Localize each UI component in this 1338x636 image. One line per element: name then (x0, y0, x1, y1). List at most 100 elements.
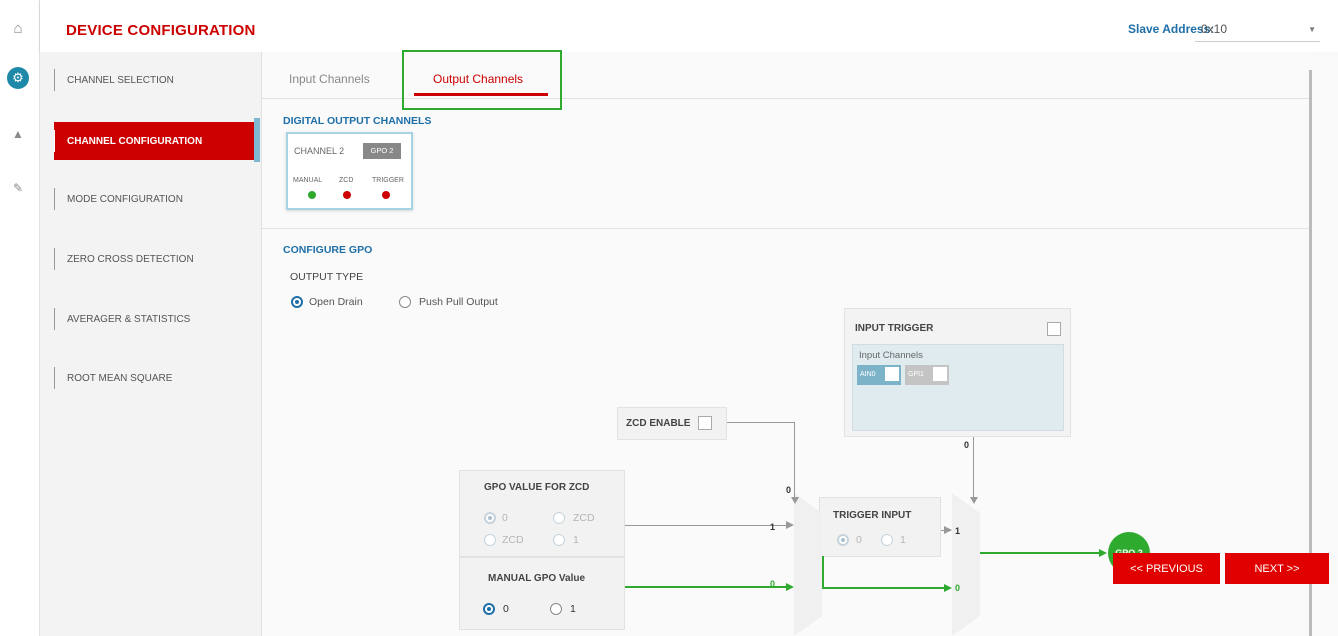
input-channels-label: Input Channels (859, 350, 923, 361)
zcd-enable-label: ZCD ENABLE (626, 418, 691, 429)
scrollbar[interactable] (1309, 70, 1312, 636)
trigger-input-box: TRIGGER INPUT 0 1 (819, 497, 941, 557)
sidebar-item-averager-statistics[interactable]: AVERAGER & STATISTICS (54, 300, 254, 338)
chart-icon[interactable]: ▲ (6, 122, 30, 146)
zcd-value-wire (625, 525, 787, 526)
manual-status-dot (308, 191, 316, 199)
zcd-enable-wire (727, 422, 795, 423)
zcd-select-bit: 0 (786, 485, 792, 495)
next-button[interactable]: NEXT >> (1225, 553, 1329, 584)
gear-icon[interactable]: ⚙ (7, 67, 29, 89)
previous-button[interactable]: << PREVIOUS (1113, 553, 1220, 584)
trigger-input-1-label: 1 (900, 534, 906, 546)
gpi1-label: GPI1 (908, 371, 924, 378)
zcd-value-zcd-radio[interactable] (553, 512, 565, 524)
trigger-label: TRIGGER (372, 177, 404, 184)
zcd-value-nzcd-label: ZCD (502, 534, 524, 546)
sidebar-item-channel-selection[interactable]: CHANNEL SELECTION (54, 61, 254, 99)
manual-gpo-1-radio[interactable] (550, 603, 562, 615)
zcd-value-0-radio[interactable] (484, 512, 496, 524)
channel-card[interactable]: CHANNEL 2 GPO 2 MANUAL ZCD TRIGGER (286, 132, 413, 210)
sidebar-item-label: CHANNEL SELECTION (67, 74, 174, 86)
gpo-badge: GPO 2 (363, 143, 401, 159)
mux2-input-1-bit: 1 (955, 526, 961, 536)
sidebar-item-mode-configuration[interactable]: MODE CONFIGURATION (54, 180, 254, 218)
channel-name: CHANNEL 2 (294, 146, 345, 156)
zcd-status-dot (343, 191, 351, 199)
tab-bar: Input Channels Output Channels (262, 50, 1312, 110)
push-pull-radio[interactable] (399, 296, 411, 308)
mux-link-arrow-icon (944, 584, 952, 592)
zcd-enable-checkbox[interactable] (698, 416, 712, 430)
nav-divider (54, 308, 55, 330)
output-type-label: OUTPUT TYPE (290, 271, 364, 283)
zcd-value-zcd-label: ZCD (573, 512, 595, 524)
zcd-select-wire (794, 422, 795, 502)
configure-gpo-title: CONFIGURE GPO (283, 244, 373, 256)
push-pull-label: Push Pull Output (419, 296, 498, 308)
nav-divider (54, 130, 55, 152)
manual-gpo-title: MANUAL GPO Value (488, 573, 586, 584)
trigger-input-title: TRIGGER INPUT (833, 510, 912, 521)
zcd-label: ZCD (339, 177, 354, 184)
sidebar-item-label: AVERAGER & STATISTICS (67, 313, 191, 325)
sidebar-item-label: CHANNEL CONFIGURATION (67, 135, 203, 147)
header: DEVICE CONFIGURATION Slave Address: 0x10… (40, 0, 1338, 52)
zcd-select-arrow-icon (791, 497, 799, 504)
mux-link-wire (822, 587, 945, 589)
ain0-checkbox (885, 367, 899, 381)
trigger-select-arrow-icon (970, 497, 978, 504)
zcd-value-nzcd-radio[interactable] (484, 534, 496, 546)
trigger-input-0-label: 0 (856, 534, 862, 546)
manual-gpo-1-label: 1 (570, 603, 576, 615)
active-accent-bar (254, 118, 260, 162)
manual-gpo-0-label: 0 (503, 603, 509, 615)
sidebar-item-channel-configuration[interactable]: CHANNEL CONFIGURATION (54, 122, 254, 160)
sidebar-item-root-mean-square[interactable]: ROOT MEAN SQUARE (54, 359, 254, 397)
trigger-input-1-radio[interactable] (881, 534, 893, 546)
mux2-input-0-bit: 0 (955, 583, 961, 593)
ain0-toggle[interactable]: AIN0 (857, 365, 901, 385)
manual-value-arrow-icon (786, 583, 794, 591)
open-drain-label: Open Drain (309, 296, 363, 308)
home-icon[interactable]: ⌂ (6, 16, 30, 40)
zcd-value-0-label: 0 (502, 512, 508, 524)
pencil-icon[interactable]: ✎ (6, 176, 30, 200)
zcd-value-1-label: 1 (573, 534, 579, 546)
gpo-value-zcd-title: GPO VALUE FOR ZCD (484, 482, 590, 493)
main-panel: Input Channels Output Channels DIGITAL O… (262, 50, 1338, 636)
chevron-down-icon: ▼ (1308, 25, 1316, 34)
output-arrow-icon (1099, 549, 1107, 557)
digital-output-title: DIGITAL OUTPUT CHANNELS (283, 115, 432, 127)
mux1-input-1-bit: 1 (770, 522, 776, 532)
slave-address-value: 0x10 (1201, 22, 1228, 36)
input-trigger-box: INPUT TRIGGER Input Channels AIN0 GPI1 (844, 308, 1071, 437)
icon-rail: ⌂ ⚙ ▲ ✎ (0, 0, 40, 636)
trigger-input-0-radio[interactable] (837, 534, 849, 546)
trigger-select-bit: 0 (964, 440, 970, 450)
manual-gpo-box: MANUAL GPO Value 0 1 (459, 557, 625, 630)
trigger-select-wire (973, 437, 974, 502)
sidebar: CHANNEL SELECTION CHANNEL CONFIGURATION … (40, 52, 262, 636)
slave-address-select[interactable]: 0x10 ▼ (1195, 16, 1320, 42)
zcd-multiplexer (794, 493, 822, 636)
open-drain-radio[interactable] (291, 296, 303, 308)
tab-input-channels[interactable]: Input Channels (289, 72, 370, 86)
mux-link-wire-vertical (822, 556, 824, 588)
gpi1-checkbox (933, 367, 947, 381)
trigger-multiplexer (952, 493, 980, 636)
manual-gpo-0-radio[interactable] (483, 603, 495, 615)
section-divider (262, 228, 1312, 229)
zcd-value-1-radio[interactable] (553, 534, 565, 546)
trigger-input-arrow-icon (944, 526, 952, 534)
sidebar-item-zero-cross-detection[interactable]: ZERO CROSS DETECTION (54, 240, 254, 278)
sidebar-item-label: MODE CONFIGURATION (67, 193, 183, 205)
gpi1-toggle[interactable]: GPI1 (905, 365, 949, 385)
input-channels-panel: Input Channels AIN0 GPI1 (852, 344, 1064, 431)
manual-value-wire (625, 586, 787, 588)
trigger-status-dot (382, 191, 390, 199)
nav-divider (54, 69, 55, 91)
nav-divider (54, 248, 55, 270)
zcd-value-arrow-icon (786, 521, 794, 529)
input-trigger-checkbox[interactable] (1047, 322, 1061, 336)
